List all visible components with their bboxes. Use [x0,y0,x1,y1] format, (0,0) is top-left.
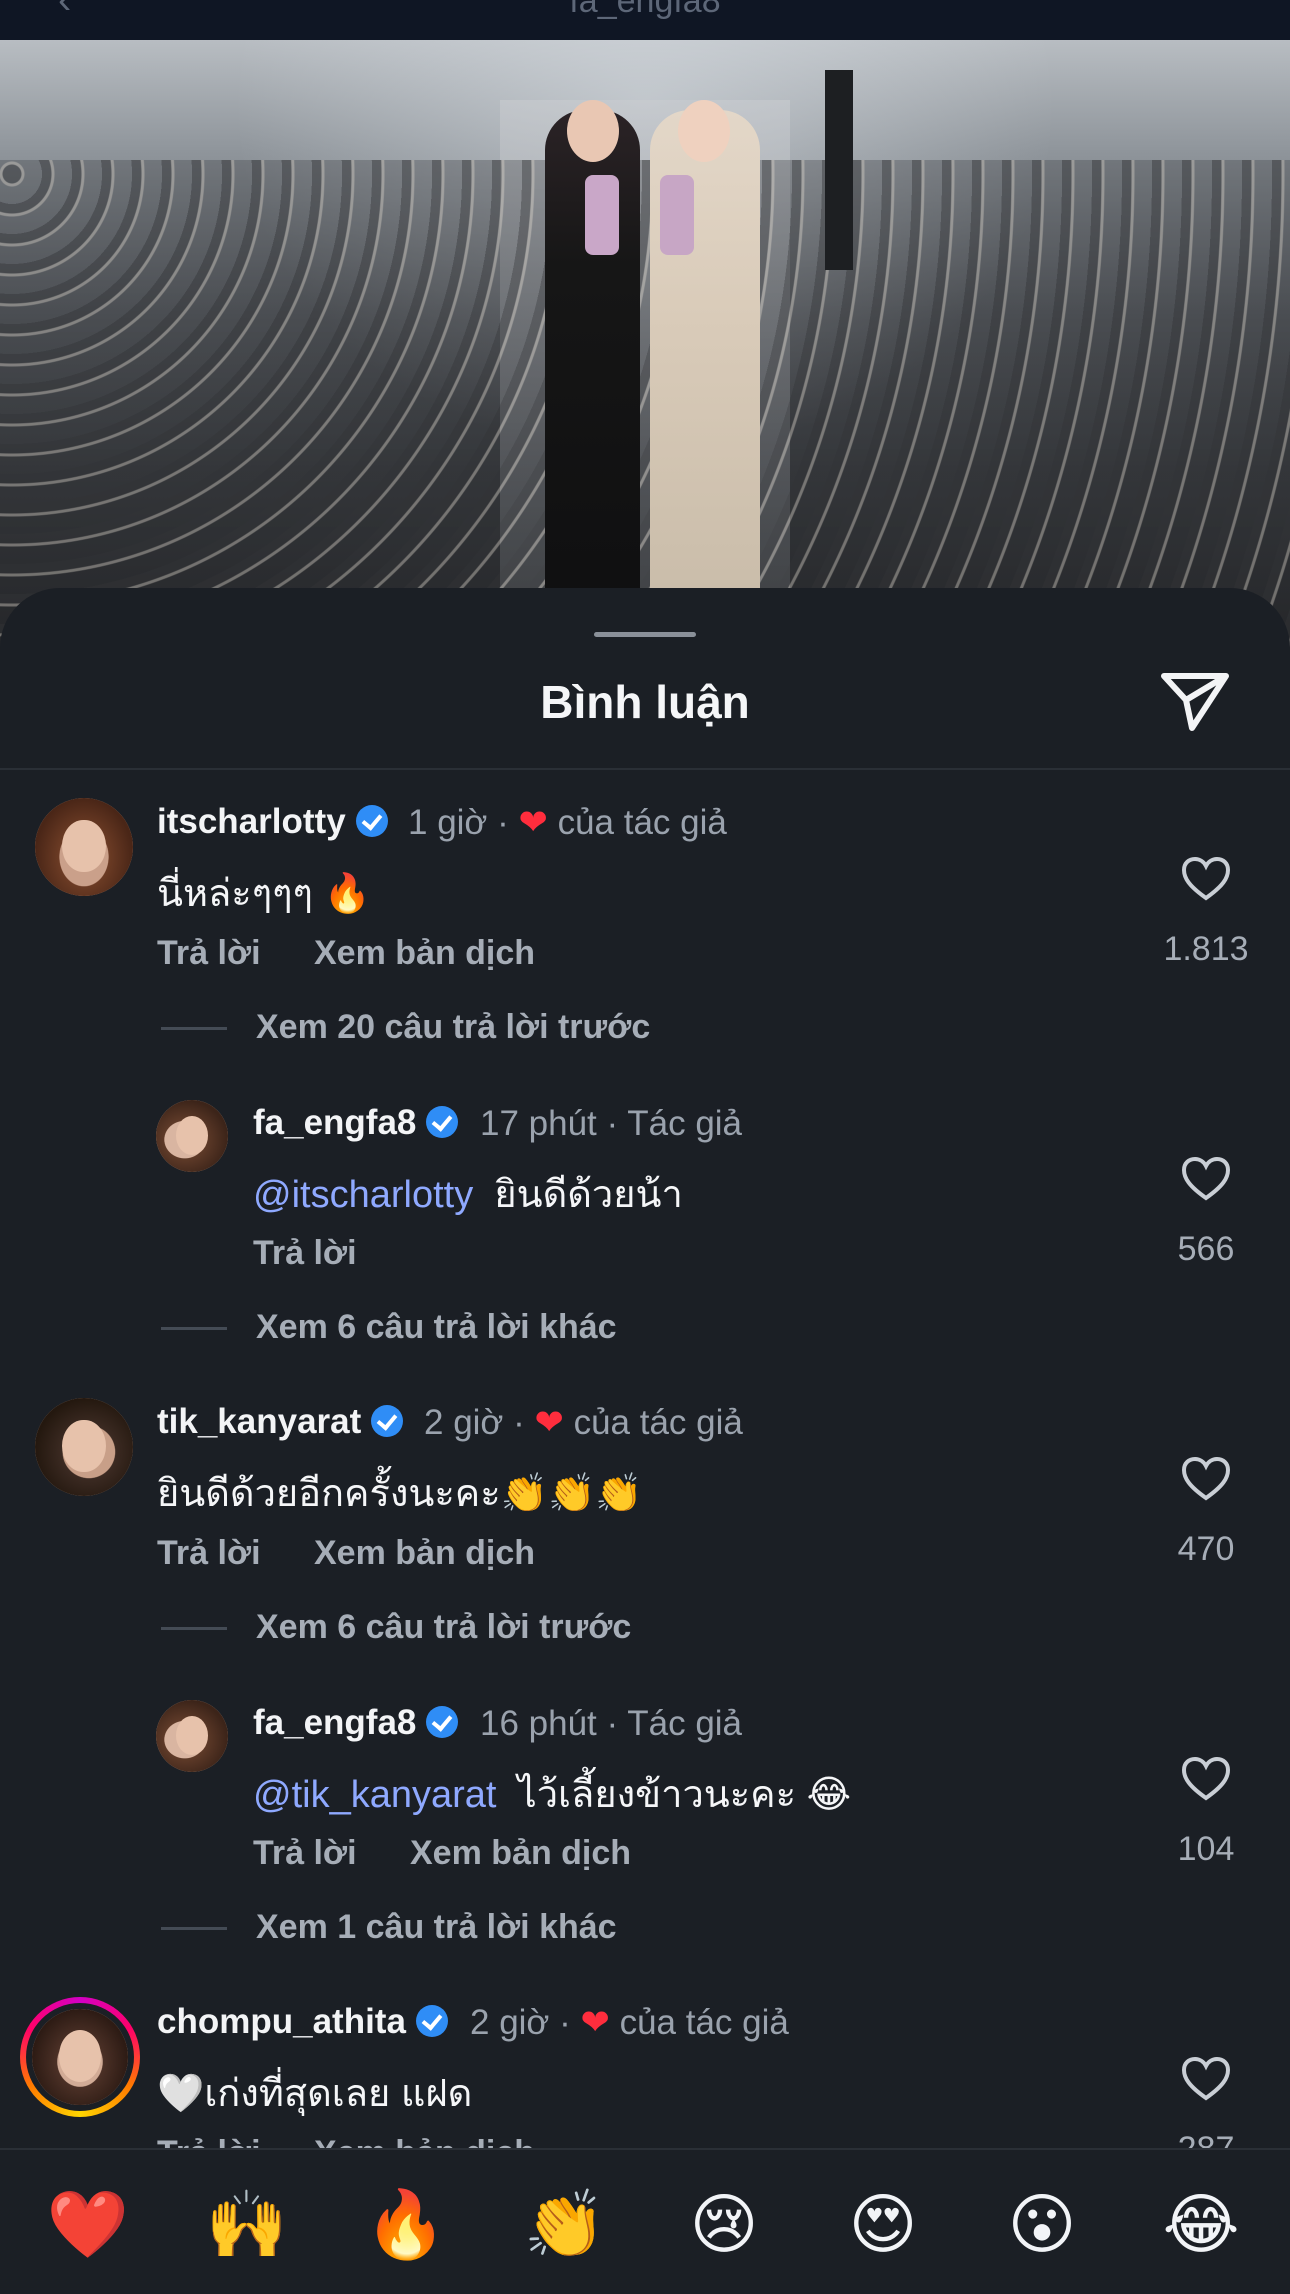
comment-meta: 1 giờ · ❤ của tác giả [408,803,727,842]
like-count: 104 [1177,1830,1235,1868]
post-username: fa_engfa8 [569,0,721,20]
verified-badge-icon [426,1106,459,1138]
reply-button[interactable]: Trả lời [157,1534,261,1573]
reply-username[interactable]: fa_engfa8 [253,1703,464,1743]
sheet-grabber-handle[interactable] [594,632,696,637]
heart-eyes-emoji-icon[interactable]: 😍 [838,2180,928,2270]
avatar[interactable] [35,798,133,896]
mention-link[interactable]: @tik_kanyarat [253,1774,496,1816]
like-heart-icon[interactable] [1181,2056,1231,2102]
view-previous-replies-button[interactable]: Xem 6 câu trả lời trước [256,1608,631,1647]
author-liked-heart-icon: ❤ [534,1403,564,1442]
thread-line [161,1027,227,1030]
thread-line [161,1327,227,1330]
view-more-replies-button[interactable]: Xem 1 câu trả lời khác [256,1908,617,1947]
reply-text: @itscharlotty ยินดีด้วยน้า [253,1174,683,1216]
reply-button[interactable]: Trả lời [157,934,261,973]
comment-username[interactable]: tik_kanyarat [157,1402,409,1442]
send-icon[interactable] [1158,668,1232,734]
reply-button[interactable]: Trả lời [253,1834,357,1873]
laughing-tears-emoji-icon[interactable]: 😂 [1156,2180,1246,2270]
clapping-hands-emoji-icon[interactable]: 👏 [520,2180,610,2270]
see-translation-button[interactable]: Xem bản dịch [314,934,535,973]
reply-text: @tik_kanyarat ไว้เลี้ยงข้าวนะคะ 😂 [253,1774,851,1816]
comment-meta: 2 giờ · ❤ của tác giả [424,1403,743,1442]
like-heart-icon[interactable] [1181,856,1231,902]
like-count: 1.813 [1163,930,1249,968]
avatar[interactable] [35,1398,133,1496]
reply-meta: 16 phút · Tác giả [480,1704,743,1743]
reply-button[interactable]: Trả lời [253,1234,357,1273]
like-heart-icon[interactable] [1181,1456,1231,1502]
comment-meta: 2 giờ · ❤ của tác giả [470,2003,789,2042]
avatar[interactable] [156,1700,228,1772]
comment-username[interactable]: itscharlotty [157,802,394,842]
comment-text: ยินดีด้วยอีกครั้งนะคะ👏👏👏 [157,1473,643,1515]
thread-line [161,1627,227,1630]
photo-crowd [0,160,1290,660]
see-translation-button[interactable]: Xem bản dịch [410,1834,631,1873]
reply-username[interactable]: fa_engfa8 [253,1103,464,1143]
like-count: 566 [1177,1230,1235,1268]
sheet-divider [0,768,1290,770]
like-count: 470 [1177,1530,1235,1568]
verified-badge-icon [355,805,388,837]
surprised-face-emoji-icon[interactable]: 😮 [997,2180,1087,2270]
author-liked-heart-icon: ❤ [518,803,548,842]
like-heart-icon[interactable] [1181,1756,1231,1802]
verified-badge-icon [415,2005,448,2037]
reply-meta: 17 phút · Tác giả [480,1104,743,1143]
author-liked-heart-icon: ❤ [580,2003,610,2042]
sheet-title: Bình luận [540,676,750,728]
comment-text: นี่หล่ะๆๆๆ 🔥 [157,873,371,915]
photo-trophy-left [585,175,619,255]
crying-face-emoji-icon[interactable]: 😢 [679,2180,769,2270]
thread-line [161,1927,227,1930]
see-translation-button[interactable]: Xem bản dịch [314,1534,535,1573]
photo-trophy-right [660,175,694,255]
verified-badge-icon [371,1405,404,1437]
avatar[interactable] [32,2009,128,2105]
comment-text: 🤍เก่งที่สุดเลย แฝด [157,2073,473,2115]
view-previous-replies-button[interactable]: Xem 20 câu trả lời trước [256,1008,650,1047]
fire-emoji-icon[interactable]: 🔥 [361,2180,451,2270]
quick-reaction-bar [0,2148,1290,2294]
like-heart-icon[interactable] [1181,1156,1231,1202]
comment-username[interactable]: chompu_athita [157,2002,454,2042]
verified-badge-icon [426,1706,459,1738]
avatar[interactable] [156,1100,228,1172]
red-heart-emoji-icon[interactable]: ❤️ [43,2180,133,2270]
view-more-replies-button[interactable]: Xem 6 câu trả lời khác [256,1308,617,1347]
raising-hands-emoji-icon[interactable]: 🙌 [202,2180,292,2270]
post-photo[interactable] [0,40,1290,660]
post-header: ‹ fa_engfa8 [0,0,1290,40]
photo-sign [825,70,853,270]
mention-link[interactable]: @itscharlotty [253,1174,473,1216]
